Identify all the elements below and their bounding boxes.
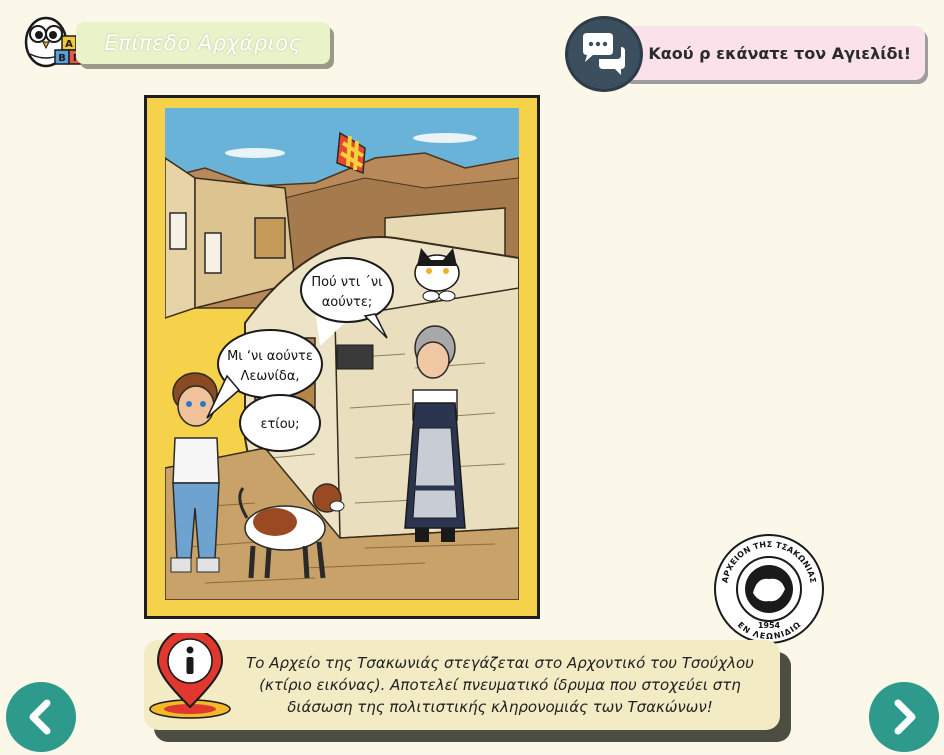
message-text: Καού ρ εκάνατε τον Αγιελίδι! <box>648 43 911 63</box>
chevron-right-icon <box>894 699 916 735</box>
story-illustration: Πού ντι ΄νι αούντε; Μι ‘νι αούντε Λεωνίδ… <box>165 108 519 606</box>
frame-border: Πού ντι ΄νι αούντε; Μι ‘νι αούντε Λεωνίδ… <box>147 98 537 616</box>
story-illustration-frame: Πού ντι ΄νι αούντε; Μι ‘νι αούντε Λεωνίδ… <box>144 95 540 619</box>
level-label: Επίπεδο Αρχάριος <box>104 31 302 55</box>
bubble-boy-1-line-2: Λεωνίδα, <box>240 369 299 384</box>
chat-bubbles-icon <box>565 16 643 92</box>
bubble-cat-line-2: αούντε; <box>322 295 373 310</box>
previous-button[interactable] <box>6 682 76 752</box>
info-box: Το Αρχείο της Τσακωνιάς στεγάζεται στο Α… <box>144 640 780 730</box>
message-box: Καού ρ εκάνατε τον Αγιελίδι! <box>620 26 925 80</box>
chevron-left-icon <box>29 699 51 735</box>
bubble-boy-2-line-1: ετίου; <box>260 417 299 432</box>
feedback-message: Καού ρ εκάνατε τον Αγιελίδι! <box>565 16 930 92</box>
level-badge: Επίπεδο Αρχάριος <box>76 22 330 64</box>
seal-year: 1954 <box>758 621 781 630</box>
archive-seal-logo: ΑΡΧΕΙΟΝ ΤΗΣ ΤΣΑΚΩΝΙΑΣ 1954 ΕΝ ΛΕΩΝΙΔΙΩ <box>713 533 825 645</box>
info-line-2: (κτίριο εικόνας). Αποτελεί πνευματικό ίδ… <box>259 676 741 694</box>
info-pin-icon <box>146 628 234 721</box>
next-button[interactable] <box>869 682 939 752</box>
bubble-boy-1-line-1: Μι ‘νι αούντε <box>227 349 313 364</box>
info-text: Το Αρχείο της Τσακωνιάς στεγάζεται στο Α… <box>240 652 760 718</box>
info-line-3: διάσωση της πολιτιστικής κληρονομιάς των… <box>287 698 713 716</box>
speech-bubble-boy-2: ετίου; <box>239 394 321 452</box>
owl-block-a: Α <box>65 39 73 50</box>
info-line-1: Το Αρχείο της Τσακωνιάς στεγάζεται στο Α… <box>246 654 754 672</box>
bubble-cat-line-1: Πού ντι ΄νι <box>311 275 382 290</box>
owl-block-b: Β <box>58 53 66 64</box>
